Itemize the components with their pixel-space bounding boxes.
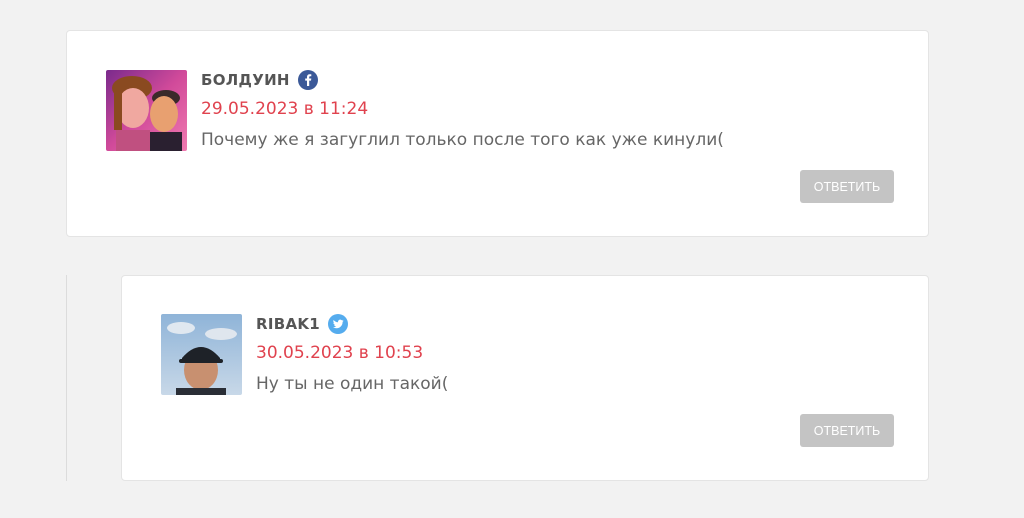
comment-meta: RIBAK1 30.05.2023 в 10:53 Ну ты не один … [256, 313, 448, 396]
reply-button[interactable]: ОТВЕТИТЬ [800, 414, 894, 447]
comment-text: Ну ты не один такой( [256, 374, 449, 394]
facebook-icon[interactable] [297, 70, 318, 90]
comment-date: 30.05.2023 в 10:53 [256, 343, 424, 363]
avatar[interactable] [161, 314, 242, 395]
comment-card: БОЛДУИН 29.05.2023 в 11:24 Почему же я з… [66, 30, 929, 237]
comment-meta: БОЛДУИН 29.05.2023 в 11:24 Почему же я з… [201, 69, 724, 152]
comment-date: 29.05.2023 в 11:24 [201, 99, 369, 119]
author-name[interactable]: RIBAK1 [256, 315, 320, 333]
twitter-icon[interactable] [328, 314, 349, 334]
author-row: RIBAK1 [256, 313, 448, 335]
reply-button[interactable]: ОТВЕТИТЬ [800, 170, 894, 203]
author-row: БОЛДУИН [201, 69, 724, 91]
comments-section: БОЛДУИН 29.05.2023 в 11:24 Почему же я з… [0, 0, 1024, 518]
author-name[interactable]: БОЛДУИН [201, 71, 290, 89]
thread-line [66, 275, 67, 481]
avatar[interactable] [106, 70, 187, 151]
comment-card: RIBAK1 30.05.2023 в 10:53 Ну ты не один … [121, 275, 929, 481]
comment-text: Почему же я загуглил только после того к… [201, 130, 724, 150]
